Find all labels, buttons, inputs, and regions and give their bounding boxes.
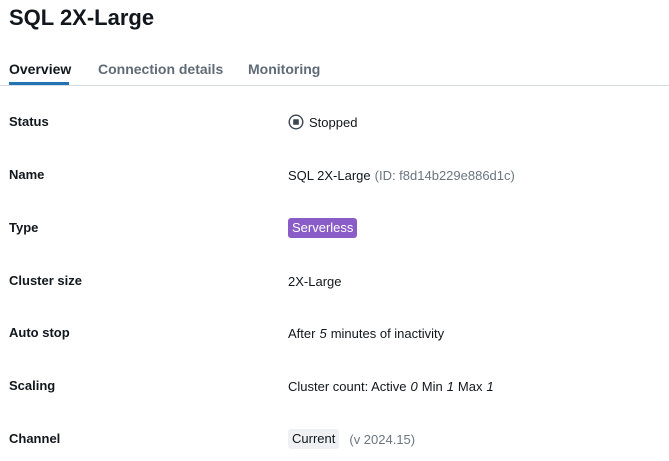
- warehouse-overview-page: SQL 2X-Large Overview Connection details…: [0, 0, 669, 461]
- scaling-prefix: Cluster count: Active: [288, 378, 407, 394]
- auto-stop-prefix: After: [288, 325, 316, 341]
- stop-circle-icon: [288, 114, 304, 130]
- type-row: Type Serverless: [0, 216, 669, 240]
- channel-row: Channel Current (v 2024.15): [0, 427, 669, 451]
- cluster-size-row: Cluster size 2X-Large: [0, 269, 669, 293]
- scaling-active-count: 0: [410, 378, 418, 394]
- warehouse-id: (ID: f8d14b229e886d1c): [374, 167, 515, 183]
- scaling-label: Scaling: [9, 378, 56, 393]
- name-label: Name: [9, 167, 45, 182]
- scaling-max-label: Max: [457, 378, 483, 394]
- cluster-size-label: Cluster size: [9, 273, 82, 288]
- scaling-min-count: 1: [446, 378, 454, 394]
- active-tab-indicator: [9, 82, 69, 85]
- channel-value: Current (v 2024.15): [288, 427, 415, 451]
- type-value: Serverless: [288, 216, 358, 240]
- tab-connection-details[interactable]: Connection details: [98, 60, 223, 78]
- tab-bar: Overview Connection details Monitoring: [0, 56, 669, 86]
- auto-stop-label: Auto stop: [9, 325, 70, 340]
- scaling-value: Cluster count: Active 0 Min 1 Max 1: [288, 374, 494, 398]
- status-label: Status: [9, 114, 49, 129]
- auto-stop-minutes: 5: [319, 325, 327, 341]
- channel-label: Channel: [9, 431, 61, 446]
- scaling-min-label: Min: [421, 378, 443, 394]
- scaling-row: Scaling Cluster count: Active 0 Min 1 Ma…: [0, 374, 669, 398]
- cluster-size-value: 2X-Large: [288, 273, 342, 289]
- type-label: Type: [9, 220, 39, 235]
- scaling-max-count: 1: [486, 378, 494, 394]
- auto-stop-suffix: minutes of inactivity: [330, 325, 445, 341]
- channel-tag: Current: [288, 429, 340, 449]
- tab-overview[interactable]: Overview: [9, 60, 71, 78]
- auto-stop-row: Auto stop After 5 minutes of inactivity: [0, 321, 669, 345]
- warehouse-name: SQL 2X-Large: [288, 167, 371, 183]
- tab-monitoring[interactable]: Monitoring: [248, 60, 320, 78]
- name-value: SQL 2X-Large (ID: f8d14b229e886d1c): [288, 163, 515, 187]
- auto-stop-value: After 5 minutes of inactivity: [288, 321, 444, 345]
- status-value: Stopped: [288, 110, 357, 134]
- serverless-badge: Serverless: [288, 218, 358, 238]
- page-title: SQL 2X-Large: [9, 5, 155, 30]
- channel-version: (v 2024.15): [349, 431, 416, 447]
- name-row: Name SQL 2X-Large (ID: f8d14b229e886d1c): [0, 163, 669, 187]
- status-row: Status Stopped: [0, 110, 669, 134]
- status-text: Stopped: [309, 114, 358, 130]
